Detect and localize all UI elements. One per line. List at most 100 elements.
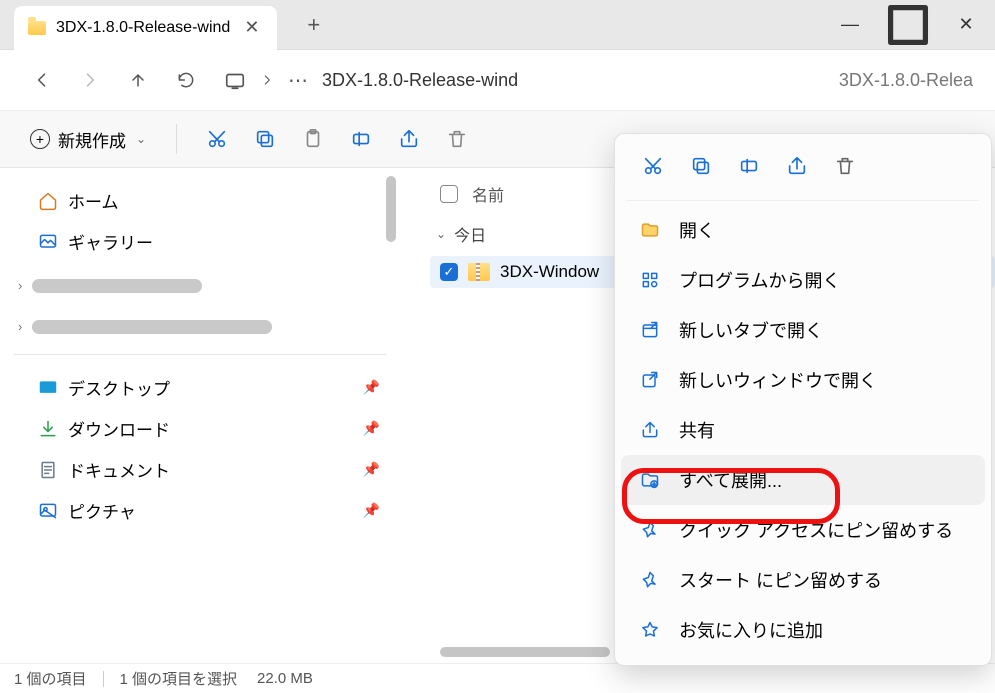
- select-all-checkbox[interactable]: [440, 185, 458, 203]
- status-size: 22.0 MB: [257, 670, 313, 687]
- window-controls: — ✕: [821, 0, 995, 50]
- open-with-icon: [639, 269, 661, 291]
- sidebar-desktop[interactable]: デスクトップ 📌: [8, 367, 392, 408]
- pin-icon: [639, 569, 661, 591]
- sidebar-gallery-label: ギャラリー: [68, 229, 153, 254]
- sidebar-group-1[interactable]: ›: [8, 270, 392, 301]
- refresh-button[interactable]: [166, 60, 206, 100]
- sidebar-documents-label: ドキュメント: [68, 457, 170, 482]
- cut-icon[interactable]: [635, 150, 671, 182]
- share-icon: [639, 419, 661, 441]
- file-name: 3DX-Window: [500, 262, 599, 282]
- address-bar[interactable]: ⋯ 3DX-1.8.0-Release-wind: [224, 68, 801, 93]
- separator: [176, 124, 177, 154]
- delete-icon[interactable]: [435, 119, 479, 159]
- placeholder: [32, 279, 202, 293]
- pin-icon[interactable]: 📌: [363, 379, 380, 396]
- paste-icon[interactable]: [291, 119, 335, 159]
- forward-button[interactable]: [70, 60, 110, 100]
- maximize-button[interactable]: [879, 0, 937, 50]
- ctx-new-tab[interactable]: 新しいタブで開く: [621, 305, 985, 355]
- share-icon[interactable]: [779, 150, 815, 182]
- copy-icon[interactable]: [243, 119, 287, 159]
- zip-icon: [468, 263, 490, 281]
- separator: [103, 671, 104, 687]
- ctx-pin-quick-label: クイック アクセスにピン留めする: [679, 517, 953, 543]
- folder-open-icon: [639, 219, 661, 241]
- new-window-icon: [639, 369, 661, 391]
- address-text: 3DX-1.8.0-Release-wind: [322, 70, 518, 91]
- context-icon-row: [621, 144, 985, 196]
- extract-icon: [639, 469, 661, 491]
- tab-close-icon[interactable]: ✕: [240, 13, 263, 42]
- separator: [627, 200, 979, 201]
- chevron-down-icon: ⌄: [136, 132, 146, 146]
- sidebar-group-2[interactable]: ›: [8, 311, 392, 342]
- pictures-icon: [38, 501, 58, 521]
- desktop-icon: [38, 378, 58, 398]
- sidebar-gallery[interactable]: ギャラリー: [8, 221, 392, 262]
- new-button[interactable]: + 新規作成 ⌄: [18, 121, 158, 158]
- ctx-open[interactable]: 開く: [621, 205, 985, 255]
- chevron-down-icon: ⌄: [436, 227, 446, 241]
- ctx-open-label: 開く: [679, 217, 715, 243]
- titlebar: 3DX-1.8.0-Release-wind ✕ + — ✕: [0, 0, 995, 50]
- sidebar-home-label: ホーム: [68, 188, 119, 213]
- pin-icon[interactable]: 📌: [363, 502, 380, 519]
- sidebar-pictures[interactable]: ピクチャ 📌: [8, 490, 392, 531]
- group-label: 今日: [454, 222, 486, 246]
- ctx-add-favorite[interactable]: お気に入りに追加: [621, 605, 985, 655]
- separator: [14, 354, 386, 355]
- context-menu: 開く プログラムから開く 新しいタブで開く 新しいウィンドウで開く 共有 すべて…: [614, 133, 992, 666]
- up-button[interactable]: [118, 60, 158, 100]
- checkbox-checked-icon[interactable]: ✓: [440, 263, 458, 281]
- cut-icon[interactable]: [195, 119, 239, 159]
- ctx-open-with-label: プログラムから開く: [679, 267, 840, 293]
- delete-icon[interactable]: [827, 150, 863, 182]
- ctx-extract-all-label: すべて展開...: [679, 467, 782, 493]
- pin-icon[interactable]: 📌: [363, 461, 380, 478]
- search-box[interactable]: 3DX-1.8.0-Relea: [839, 70, 973, 91]
- sidebar-desktop-label: デスクトップ: [68, 375, 170, 400]
- rename-icon[interactable]: [339, 119, 383, 159]
- sidebar-downloads[interactable]: ダウンロード 📌: [8, 408, 392, 449]
- window-tab[interactable]: 3DX-1.8.0-Release-wind ✕: [14, 6, 277, 50]
- status-count: 1 個の項目: [14, 668, 87, 689]
- rename-icon[interactable]: [731, 150, 767, 182]
- pin-icon: [639, 519, 661, 541]
- sidebar-home[interactable]: ホーム: [8, 180, 392, 221]
- ctx-share[interactable]: 共有: [621, 405, 985, 455]
- pin-icon[interactable]: 📌: [363, 420, 380, 437]
- sidebar-documents[interactable]: ドキュメント 📌: [8, 449, 392, 490]
- ctx-new-window[interactable]: 新しいウィンドウで開く: [621, 355, 985, 405]
- new-tab-button[interactable]: +: [297, 6, 330, 44]
- status-bar: 1 個の項目 1 個の項目を選択 22.0 MB: [0, 663, 995, 693]
- copy-icon[interactable]: [683, 150, 719, 182]
- share-icon[interactable]: [387, 119, 431, 159]
- star-icon: [639, 619, 661, 641]
- sidebar-scrollbar[interactable]: [384, 176, 398, 242]
- ctx-pin-quick[interactable]: クイック アクセスにピン留めする: [621, 505, 985, 555]
- download-icon: [38, 419, 58, 439]
- status-selection: 1 個の項目を選択: [120, 668, 238, 689]
- close-button[interactable]: ✕: [937, 0, 995, 50]
- sidebar-downloads-label: ダウンロード: [68, 416, 170, 441]
- tab-title: 3DX-1.8.0-Release-wind: [56, 19, 230, 37]
- ctx-open-with[interactable]: プログラムから開く: [621, 255, 985, 305]
- ctx-pin-start-label: スタート にピン留めする: [679, 567, 882, 593]
- minimize-button[interactable]: —: [821, 0, 879, 50]
- chevron-right-icon: ›: [18, 319, 22, 334]
- documents-icon: [38, 460, 58, 480]
- new-tab-icon: [639, 319, 661, 341]
- ctx-pin-start[interactable]: スタート にピン留めする: [621, 555, 985, 605]
- gallery-icon: [38, 232, 58, 252]
- home-icon: [38, 191, 58, 211]
- ctx-extract-all[interactable]: すべて展開...: [621, 455, 985, 505]
- column-name-label: 名前: [472, 182, 504, 206]
- chevron-right-icon: ›: [18, 278, 22, 293]
- plus-icon: +: [30, 129, 50, 149]
- back-button[interactable]: [22, 60, 62, 100]
- ctx-new-window-label: 新しいウィンドウで開く: [679, 367, 877, 393]
- ctx-add-fav-label: お気に入りに追加: [679, 617, 823, 643]
- sidebar-pictures-label: ピクチャ: [68, 498, 136, 523]
